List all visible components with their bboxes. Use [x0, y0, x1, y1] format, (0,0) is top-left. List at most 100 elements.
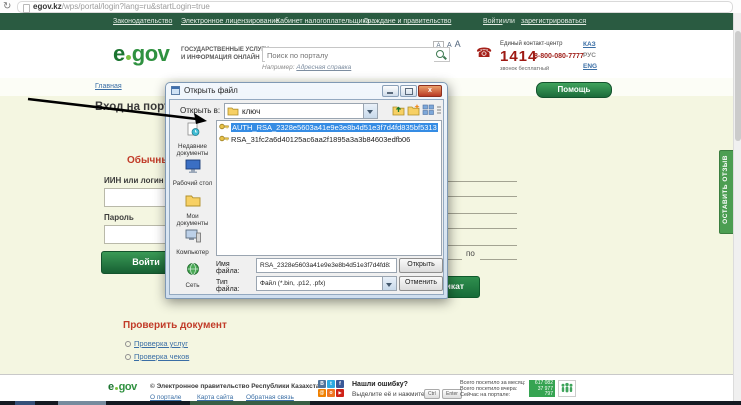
copyright-text: © Электронное правительство Республики К…	[150, 383, 323, 390]
place-my-documents[interactable]: Мои документы	[171, 191, 214, 227]
youtube-icon[interactable]: ▶	[336, 389, 344, 397]
search-icon[interactable]	[436, 50, 444, 58]
file-name-label: Имя файла:	[216, 261, 253, 275]
taskbar-item	[15, 401, 35, 405]
check-receipts-link[interactable]: Проверка чеков	[134, 352, 189, 361]
site-footer: egov © Электронное правительство Республ…	[0, 374, 741, 402]
place-network[interactable]: Сеть	[171, 260, 214, 294]
dialog-body: Открыть в: ключ Недавние документы Рабоч…	[169, 99, 444, 295]
phone-long: 8-800-080-7777	[534, 53, 584, 60]
lang-rus: РУС	[583, 52, 596, 59]
chevron-down-icon[interactable]	[382, 277, 396, 290]
close-icon[interactable]: x	[418, 85, 442, 97]
bullet-icon	[125, 341, 131, 347]
taskbar	[0, 401, 741, 405]
folder-up-icon[interactable]	[392, 103, 405, 116]
ok-icon[interactable]: o	[327, 389, 335, 397]
footer-link-sitemap[interactable]: Карта сайта	[197, 394, 233, 401]
logo-dot-icon	[115, 387, 118, 390]
cancel-button[interactable]: Отменить	[399, 276, 443, 291]
file-type-combobox[interactable]: Файл (*.bin, .p12, .pfx)	[256, 276, 397, 291]
scrollbar-thumb[interactable]	[735, 31, 741, 141]
file-row[interactable]: RSA_31fc2a6d40125ac6aa2f1895a3a3b84603ed…	[219, 134, 441, 145]
new-folder-icon[interactable]	[407, 103, 420, 116]
page-icon	[23, 4, 30, 13]
search-box	[262, 47, 450, 62]
search-input[interactable]	[265, 48, 434, 62]
help-button[interactable]: Помощь	[536, 82, 612, 98]
register-link[interactable]: зарегистрироваться	[521, 18, 586, 25]
or-label: или	[503, 18, 515, 25]
place-recent-documents[interactable]: Недавние документы	[171, 120, 214, 157]
key-icon	[219, 134, 229, 143]
login-label: ИИН или логин	[104, 176, 164, 185]
check-services-link[interactable]: Проверка услуг	[134, 339, 188, 348]
font-size-large[interactable]: A	[455, 39, 461, 49]
po-label: по	[466, 249, 475, 258]
look-in-combobox[interactable]: ключ	[224, 103, 378, 119]
feedback-tab[interactable]: ОСТАВИТЬ ОТЗЫВ	[719, 150, 734, 234]
example-link[interactable]: Адресная справка	[296, 64, 351, 71]
logo-dot-icon	[126, 55, 131, 60]
top-navbar: Законодательство Электронное лицензирова…	[0, 13, 741, 30]
lang-eng[interactable]: ENG	[583, 63, 597, 70]
stat-label-now: Сейчас на портале:	[460, 392, 510, 398]
minimize-icon[interactable]	[382, 85, 399, 97]
folder-icon	[227, 106, 239, 116]
address-bar[interactable]: egov.kz/wps/portal/login?lang=ru&startLo…	[17, 1, 733, 13]
enter-key: Enter	[442, 389, 462, 399]
mail-icon[interactable]: @	[318, 389, 326, 397]
egov-logo: egov	[113, 41, 169, 67]
footer-logo: egov	[108, 381, 137, 393]
look-in-value: ключ	[242, 107, 260, 116]
footer-link-feedback[interactable]: Обратная связь	[246, 394, 294, 401]
twitter-icon[interactable]: t	[327, 380, 335, 388]
facebook-icon[interactable]: f	[336, 380, 344, 388]
nav-link-licensing[interactable]: Электронное лицензирование	[181, 18, 279, 25]
taskbar-item	[58, 401, 106, 405]
file-name-input[interactable]	[258, 259, 392, 272]
site-tagline: ГОСУДАРСТВЕННЫЕ УСЛУГИ И ИНФОРМАЦИЯ ОНЛА…	[181, 46, 269, 62]
browser-chrome: ↻ egov.kz/wps/portal/login?lang=ru&start…	[0, 0, 741, 14]
login-link[interactable]: Войти	[483, 18, 503, 25]
network-icon	[185, 262, 201, 276]
file-list[interactable]: AUTH_RSA_2328e5603a41e9e3e8b4d51e3f7d4fd…	[216, 120, 442, 256]
nav-link-citizens[interactable]: Граждане и правительство	[364, 18, 451, 25]
computer-icon	[184, 229, 202, 243]
url-path: /wps/portal/login?lang=ru&startLogin=tru…	[62, 2, 210, 11]
maximize-icon[interactable]	[400, 85, 417, 97]
file-row-selected[interactable]: AUTH_RSA_2328e5603a41e9e3e8b4d51e3f7d4fd…	[219, 122, 441, 133]
scrollbar[interactable]	[733, 13, 741, 401]
error-hint: Выделите её и нажмите	[352, 391, 425, 398]
site-header: egov ГОСУДАРСТВЕННЫЕ УСЛУГИ И ИНФОРМАЦИЯ…	[0, 30, 741, 78]
desktop-icon	[184, 159, 202, 174]
places-sidebar: Недавние документы Рабочий стол Мои доку…	[171, 120, 214, 294]
phone-short: 1414	[500, 48, 537, 65]
search-example: Например: Адресная справка	[262, 64, 351, 71]
visitor-stats: 617 082 37 977 797	[529, 380, 555, 397]
breadcrumb-home-link[interactable]: Главная	[95, 83, 122, 90]
nav-link-legislation[interactable]: Законодательство	[113, 18, 172, 25]
vk-icon[interactable]: В	[318, 380, 326, 388]
place-desktop[interactable]: Рабочий стол	[171, 157, 214, 191]
chevron-down-icon[interactable]	[363, 104, 377, 118]
menu-icon[interactable]	[436, 103, 442, 116]
dialog-title: Открыть файл	[184, 86, 238, 95]
dialog-icon	[171, 86, 180, 95]
phone-note: звонок бесплатный	[500, 66, 549, 72]
look-in-label: Открыть в:	[180, 106, 220, 115]
visitors-icon	[558, 380, 576, 397]
my-documents-icon	[184, 193, 202, 207]
footer-link-about[interactable]: О портале	[150, 394, 181, 401]
file-type-label: Тип файла:	[216, 279, 253, 293]
dialog-titlebar[interactable]: Открыть файл x	[166, 83, 447, 99]
views-icon[interactable]	[422, 103, 435, 116]
place-computer[interactable]: Компьютер	[171, 227, 214, 261]
file-name-box	[256, 258, 397, 273]
nav-link-taxpayer[interactable]: Кабинет налогоплательщика	[276, 18, 370, 25]
ctrl-key: Ctrl	[424, 389, 440, 399]
reload-icon[interactable]: ↻	[3, 0, 11, 13]
lang-kaz[interactable]: КАЗ	[583, 41, 596, 48]
open-button[interactable]: Открыть	[399, 258, 443, 273]
stat-value-now: 797	[529, 392, 553, 398]
